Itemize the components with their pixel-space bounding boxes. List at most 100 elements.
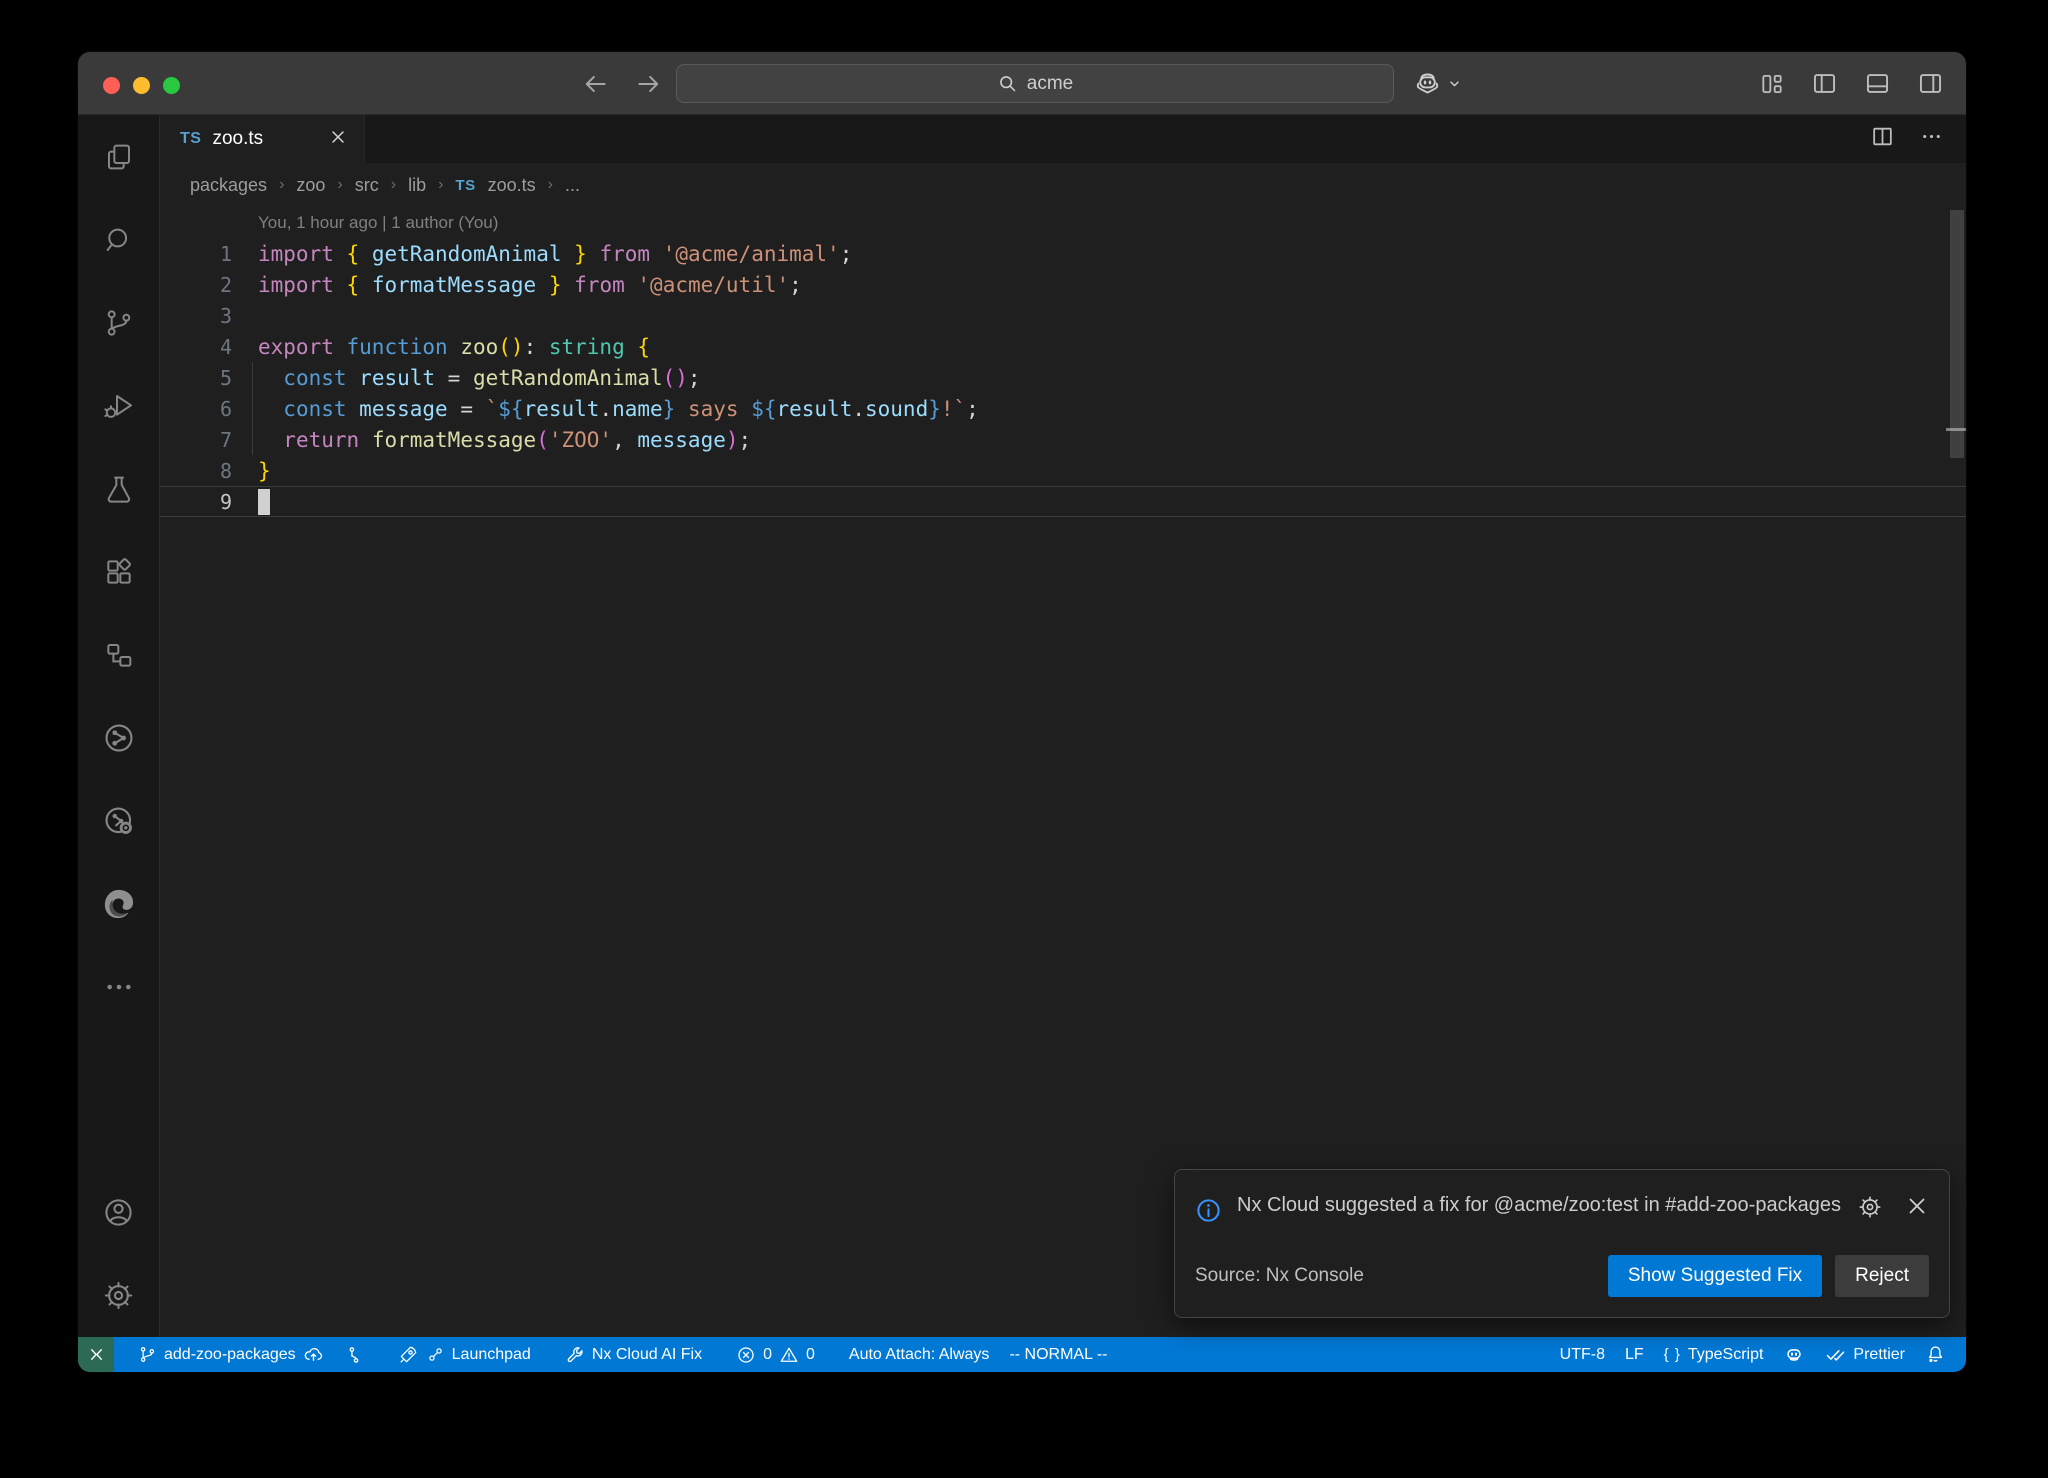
- language-status[interactable]: { } TypeScript: [1654, 1337, 1774, 1372]
- problems-status[interactable]: 0 0: [726, 1337, 825, 1372]
- breadcrumb-item[interactable]: lib: [408, 175, 426, 196]
- code-line[interactable]: 1 import { getRandomAnimal } from '@acme/…: [160, 238, 1966, 269]
- search-view-icon[interactable]: [78, 198, 160, 281]
- chevron-right-icon: ›: [337, 176, 342, 194]
- notification-close-icon[interactable]: [1905, 1194, 1929, 1225]
- chevron-right-icon: ›: [391, 176, 396, 194]
- chevron-right-icon: ›: [438, 176, 443, 194]
- editor-group: TS zoo.ts: [160, 115, 1966, 1337]
- toggle-panel-icon[interactable]: [1864, 70, 1891, 97]
- remote-indicator[interactable]: [78, 1337, 114, 1372]
- formatter-status[interactable]: Prettier: [1815, 1337, 1915, 1372]
- nx-console-icon[interactable]: [78, 696, 160, 779]
- code-line[interactable]: 7 return formatMessage('ZOO', message);: [160, 424, 1966, 455]
- run-and-debug-icon[interactable]: [78, 364, 160, 447]
- breadcrumb-file[interactable]: zoo.ts: [488, 175, 536, 196]
- language-label: TypeScript: [1688, 1346, 1764, 1364]
- nx-cloud-fix-status[interactable]: Nx Cloud AI Fix: [555, 1337, 712, 1372]
- branch-name: add-zoo-packages: [164, 1346, 296, 1364]
- notification-settings-gear-icon[interactable]: [1857, 1194, 1883, 1225]
- explorer-icon[interactable]: [78, 115, 160, 198]
- git-graph-icon: [344, 1345, 364, 1365]
- command-center-search[interactable]: acme: [676, 64, 1394, 103]
- breadcrumb-symbol[interactable]: ...: [565, 175, 580, 196]
- code-line[interactable]: 2import { formatMessage } from '@acme/ut…: [160, 269, 1966, 300]
- settings-gear-icon[interactable]: [78, 1254, 160, 1337]
- extensions-icon[interactable]: [78, 530, 160, 613]
- code-line[interactable]: 6 const message = `${result.name} says $…: [160, 393, 1966, 424]
- line-number: 2: [160, 273, 232, 297]
- source-control-icon[interactable]: [78, 281, 160, 364]
- customize-layout-icon[interactable]: [1759, 71, 1785, 97]
- split-editor-icon[interactable]: [1870, 124, 1895, 154]
- nx-cloud-fix-label: Nx Cloud AI Fix: [592, 1346, 702, 1364]
- encoding-status[interactable]: UTF-8: [1550, 1337, 1615, 1372]
- git-blame-annotation[interactable]: You, 1 hour ago | 1 author (You): [160, 207, 1966, 238]
- breadcrumb-item[interactable]: packages: [190, 175, 267, 196]
- more-views-icon[interactable]: [78, 945, 160, 1028]
- chevron-right-icon: ›: [279, 176, 284, 194]
- error-icon: [736, 1345, 756, 1365]
- notification-message: Nx Cloud suggested a fix for @acme/zoo:t…: [1237, 1186, 1843, 1224]
- typescript-file-icon: TS: [455, 177, 475, 194]
- forward-icon[interactable]: [635, 71, 661, 97]
- toggle-secondary-sidebar-icon[interactable]: [1917, 70, 1944, 97]
- code-line[interactable]: 9: [160, 486, 1966, 517]
- vim-mode-status[interactable]: -- NORMAL --: [999, 1337, 1117, 1372]
- code-line[interactable]: 4export function zoo(): string {: [160, 331, 1966, 362]
- notification-source: Source: Nx Console: [1195, 1265, 1364, 1287]
- code-line[interactable]: 8}: [160, 455, 1966, 486]
- command-center-text: acme: [1027, 73, 1073, 95]
- editor-cursor: [258, 489, 270, 515]
- double-check-icon: [1825, 1344, 1846, 1365]
- vscode-window: acme: [78, 52, 1966, 1372]
- typescript-file-icon: TS: [180, 130, 201, 148]
- code-text: export function zoo(): string {: [258, 335, 650, 359]
- chevron-down-icon[interactable]: [1446, 75, 1463, 92]
- reject-button[interactable]: Reject: [1835, 1255, 1929, 1297]
- git-graph-status[interactable]: [334, 1337, 374, 1372]
- hierarchy-icon[interactable]: [78, 613, 160, 696]
- link-icon: [426, 1345, 445, 1364]
- code-line[interactable]: 3: [160, 300, 1966, 331]
- code-line[interactable]: 5 const result = getRandomAnimal();: [160, 362, 1966, 393]
- tab-bar: TS zoo.ts: [160, 115, 1966, 163]
- overview-ruler-cursor-marker: [1946, 428, 1966, 431]
- line-number: 8: [160, 459, 232, 483]
- copilot-icon[interactable]: [1414, 70, 1441, 97]
- back-icon[interactable]: [583, 71, 609, 97]
- account-icon[interactable]: [78, 1171, 160, 1254]
- edge-browser-icon[interactable]: [78, 862, 160, 945]
- code-text: }: [258, 459, 271, 483]
- copilot-status[interactable]: [1773, 1337, 1815, 1372]
- auto-attach-status[interactable]: Auto Attach: Always: [839, 1337, 1000, 1372]
- code-text: import { getRandomAnimal } from '@acme/a…: [258, 242, 852, 266]
- launchpad-status[interactable]: Launchpad: [388, 1337, 541, 1372]
- breadcrumb-item[interactable]: src: [355, 175, 379, 196]
- vertical-scrollbar[interactable]: [1950, 210, 1964, 458]
- git-branch-status[interactable]: add-zoo-packages: [128, 1337, 334, 1372]
- activity-bar: [78, 115, 160, 1337]
- minimize-window-button[interactable]: [133, 77, 150, 94]
- window-controls: [103, 77, 180, 94]
- code-text: const message = `${result.name} says ${r…: [258, 397, 979, 421]
- cloud-upload-icon: [303, 1344, 324, 1365]
- eol-status[interactable]: LF: [1615, 1337, 1654, 1372]
- code-editor[interactable]: You, 1 hour ago | 1 author (You) 1 import…: [160, 207, 1966, 1337]
- line-number: 1: [160, 242, 232, 266]
- toggle-primary-sidebar-icon[interactable]: [1811, 70, 1838, 97]
- close-window-button[interactable]: [103, 77, 120, 94]
- desktop-background: acme: [0, 0, 2048, 1478]
- tab-close-icon[interactable]: [328, 127, 348, 151]
- zoom-window-button[interactable]: [163, 77, 180, 94]
- breadcrumb-item[interactable]: zoo: [296, 175, 325, 196]
- show-suggested-fix-button[interactable]: Show Suggested Fix: [1608, 1255, 1822, 1297]
- tab-zoo-ts[interactable]: TS zoo.ts: [160, 115, 365, 163]
- more-actions-icon[interactable]: [1919, 124, 1944, 154]
- nx-project-graph-icon[interactable]: [78, 779, 160, 862]
- breadcrumb: packages› zoo› src› lib› TS zoo.ts› ...: [160, 163, 1966, 207]
- notifications-bell[interactable]: [1915, 1337, 1956, 1372]
- braces-icon: { }: [1664, 1346, 1681, 1363]
- testing-icon[interactable]: [78, 447, 160, 530]
- wrench-icon: [565, 1345, 585, 1365]
